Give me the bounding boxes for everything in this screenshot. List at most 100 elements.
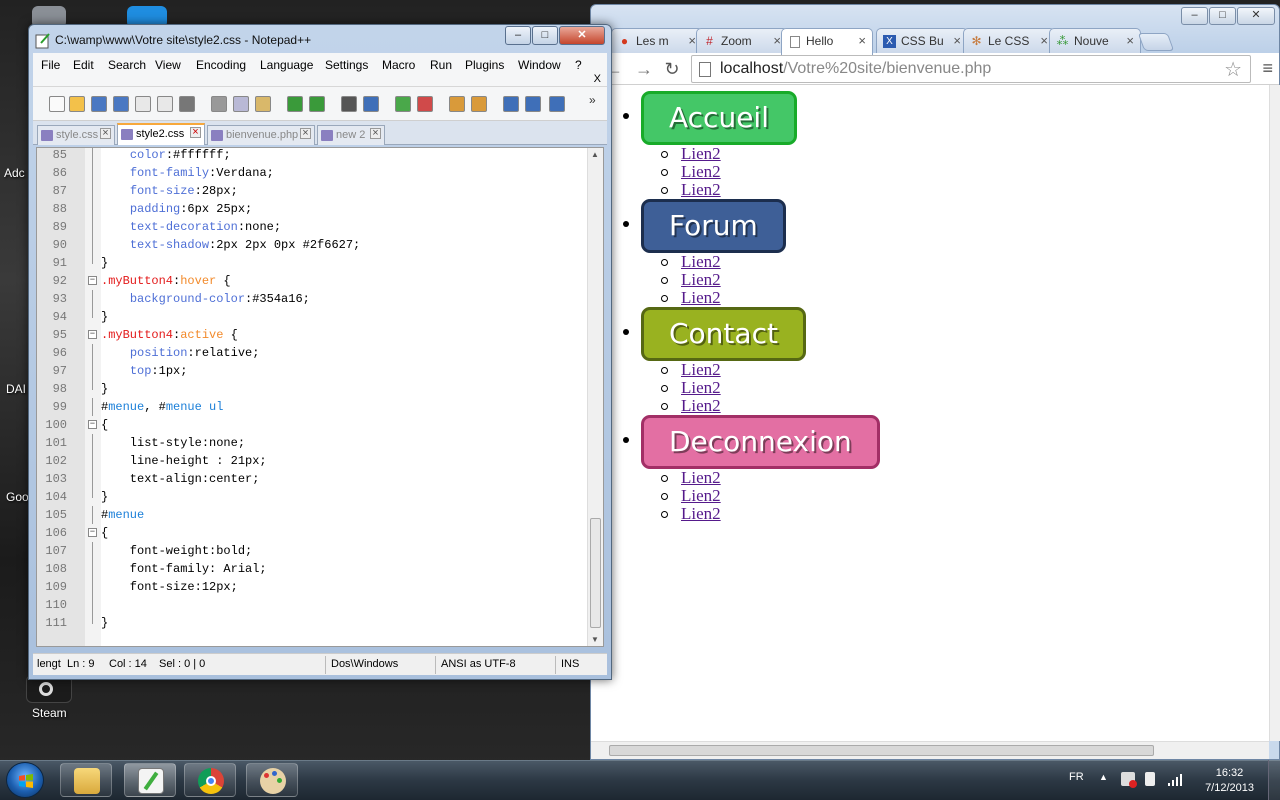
code-line[interactable]: 86 font-family:Verdana; [37, 164, 603, 182]
code-line[interactable]: 101 list-style:none; [37, 434, 603, 452]
browser-tab-4[interactable]: X CSS Bu × [876, 28, 968, 54]
all-chars-icon[interactable] [525, 96, 541, 112]
close-all-icon[interactable] [157, 96, 173, 112]
show-desktop-button[interactable] [1268, 760, 1280, 800]
menu-settings[interactable]: Settings [325, 58, 368, 72]
code-line[interactable]: 108 font-family: Arial; [37, 560, 603, 578]
close-icon[interactable]: × [1040, 33, 1048, 48]
minimize-button[interactable]: – [1181, 7, 1208, 25]
save-icon[interactable] [91, 96, 107, 112]
desktop-label-1[interactable]: Adc [4, 166, 25, 180]
zoom-in-icon[interactable] [395, 96, 411, 112]
code-line[interactable]: 88 padding:6px 25px; [37, 200, 603, 218]
paste-icon[interactable] [255, 96, 271, 112]
browser-tab-6[interactable]: ⁂ Nouve × [1049, 28, 1141, 54]
open-file-icon[interactable] [69, 96, 85, 112]
code-line[interactable]: 106 −{ [37, 524, 603, 542]
code-line[interactable]: 110 [37, 596, 603, 614]
close-button[interactable]: ✕ [1237, 7, 1275, 25]
redo-icon[interactable] [309, 96, 325, 112]
reload-icon[interactable]: ↻ [661, 58, 683, 80]
submenu-link[interactable]: Lien2 [681, 288, 721, 307]
forum-button[interactable]: Forum [641, 199, 786, 253]
code-line[interactable]: 92 − .myButton4:hover { [37, 272, 603, 290]
code-line[interactable]: 105 #menue [37, 506, 603, 524]
code-line[interactable]: 96 position:relative; [37, 344, 603, 362]
code-area[interactable]: 85 color:#ffffff; 86 font-family:Verdana;… [37, 148, 603, 632]
browser-tab-5[interactable]: ✻ Le CSS × [963, 28, 1055, 54]
close-icon[interactable]: × [858, 33, 866, 48]
sync-h-icon[interactable] [471, 96, 487, 112]
submenu-link[interactable]: Lien2 [681, 252, 721, 271]
scroll-down-icon[interactable]: ▼ [591, 635, 599, 644]
code-line[interactable]: 97 top:1px; [37, 362, 603, 380]
close-icon[interactable]: × [773, 33, 781, 48]
desktop-label-3[interactable]: Goo [6, 490, 29, 504]
close-icon[interactable]: × [100, 128, 111, 139]
submenu-link[interactable]: Lien2 [681, 270, 721, 289]
close-icon[interactable]: × [370, 128, 381, 139]
code-line[interactable]: 99 #menue, #menue ul [37, 398, 603, 416]
code-line[interactable]: 102 line-height : 21px; [37, 452, 603, 470]
fold-toggle-icon[interactable]: − [88, 276, 97, 285]
vertical-scrollbar[interactable]: ▲ ▼ [587, 148, 603, 646]
desktop-label-2[interactable]: DAI [6, 382, 26, 396]
fold-toggle-icon[interactable]: − [88, 528, 97, 537]
browser-tab-3[interactable]: Hello × [781, 28, 873, 55]
code-line[interactable]: 104} [37, 488, 603, 506]
maximize-button[interactable]: □ [532, 26, 558, 45]
taskbar-explorer[interactable] [60, 763, 112, 797]
file-tab-bienvenue-php[interactable]: bienvenue.php × [207, 125, 315, 145]
scroll-thumb[interactable] [609, 745, 1154, 756]
code-line[interactable]: 103 text-align:center; [37, 470, 603, 488]
menu-macro[interactable]: Macro [382, 58, 415, 72]
copy-icon[interactable] [233, 96, 249, 112]
new-tab-button[interactable] [1137, 33, 1175, 51]
steam-label[interactable]: Steam [32, 706, 67, 720]
find-icon[interactable] [341, 96, 357, 112]
power-icon[interactable] [1145, 772, 1155, 786]
lang-indicator[interactable]: FR [1069, 771, 1084, 785]
close-document-icon[interactable]: X [594, 73, 601, 85]
menu-icon[interactable]: ≡ [1262, 58, 1273, 79]
menu-view[interactable]: View [155, 58, 181, 72]
vertical-scrollbar[interactable] [1269, 85, 1280, 741]
close-file-icon[interactable] [135, 96, 151, 112]
close-icon[interactable]: × [190, 127, 201, 138]
save-all-icon[interactable] [113, 96, 129, 112]
cut-icon[interactable] [211, 96, 227, 112]
close-icon[interactable]: × [300, 128, 311, 139]
contact-button[interactable]: Contact [641, 307, 806, 361]
start-button[interactable] [6, 762, 44, 798]
address-bar[interactable]: localhost/Votre%20site/bienvenue.php ☆ [691, 55, 1251, 83]
star-icon[interactable]: ☆ [1224, 57, 1242, 82]
indent-guide-icon[interactable] [549, 96, 565, 112]
browser-tab-1[interactable]: ● Les m × [611, 28, 703, 54]
maximize-button[interactable]: □ [1209, 7, 1236, 25]
browser-tab-2[interactable]: # Zoom × [696, 28, 788, 54]
file-tab-new-2[interactable]: new 2 × [317, 125, 385, 145]
code-line[interactable]: 94} [37, 308, 603, 326]
horizontal-scrollbar[interactable] [591, 741, 1269, 759]
deconnexion-button[interactable]: Deconnexion [641, 415, 880, 469]
taskbar-notepadpp[interactable] [124, 763, 176, 797]
code-line[interactable]: 90 text-shadow:2px 2px 0px #2f6627; [37, 236, 603, 254]
forward-icon[interactable]: → [633, 58, 655, 80]
fold-toggle-icon[interactable]: − [88, 420, 97, 429]
replace-icon[interactable] [363, 96, 379, 112]
code-line[interactable]: 85 color:#ffffff; [37, 148, 603, 164]
menu-plugins[interactable]: Plugins [465, 58, 504, 72]
fold-toggle-icon[interactable]: − [88, 330, 97, 339]
menu-search[interactable]: Search [108, 58, 146, 72]
scroll-up-icon[interactable]: ▲ [591, 150, 599, 159]
code-line[interactable]: 107 font-weight:bold; [37, 542, 603, 560]
submenu-link[interactable]: Lien2 [681, 162, 721, 181]
submenu-link[interactable]: Lien2 [681, 396, 721, 415]
submenu-link[interactable]: Lien2 [681, 504, 721, 523]
close-button[interactable]: ✕ [559, 26, 605, 45]
taskbar-paint[interactable] [246, 763, 298, 797]
code-line[interactable]: 100 −{ [37, 416, 603, 434]
menu-encoding[interactable]: Encoding [196, 58, 246, 72]
code-line[interactable]: 91} [37, 254, 603, 272]
submenu-link[interactable]: Lien2 [681, 468, 721, 487]
